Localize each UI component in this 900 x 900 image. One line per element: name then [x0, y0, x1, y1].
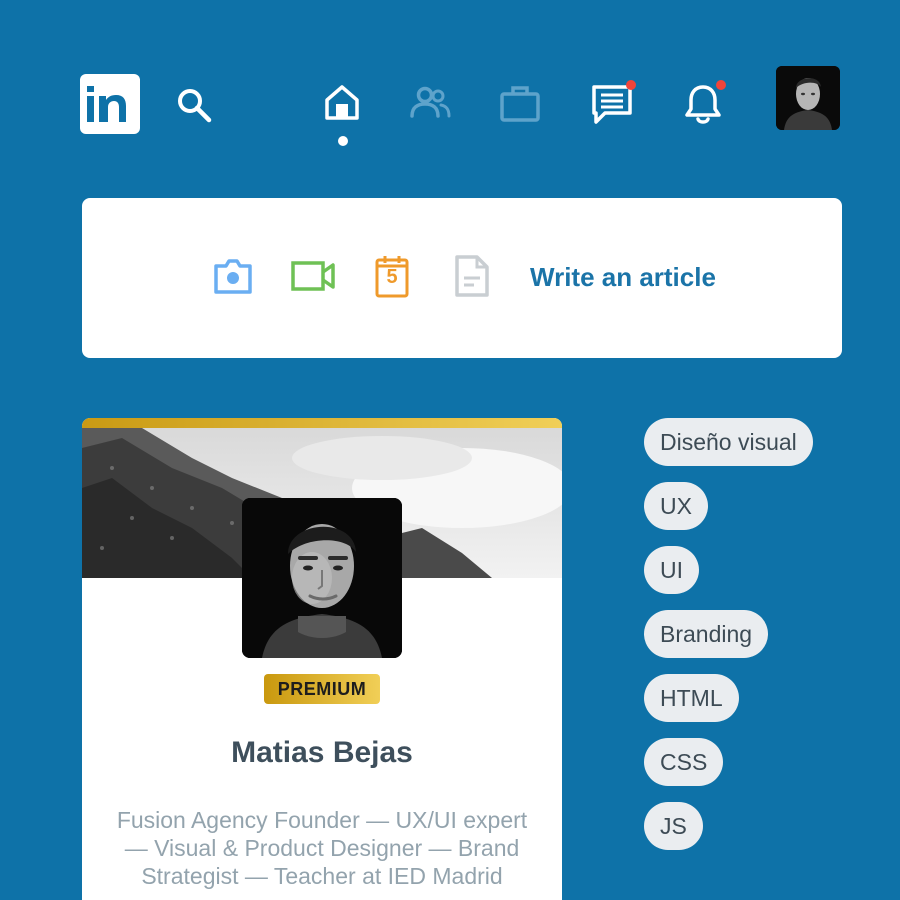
skill-tag[interactable]: CSS [644, 738, 724, 786]
document-icon[interactable] [454, 254, 490, 298]
profile-headline: Fusion Agency Founder — UX/UI expert — V… [116, 807, 528, 889]
camera-icon[interactable] [212, 254, 254, 296]
share-box: 5 Write an article [82, 198, 842, 358]
notifications-badge [716, 80, 726, 90]
premium-badge: PREMIUM [264, 674, 380, 704]
skill-tag[interactable]: HTML [644, 674, 739, 722]
skill-tag[interactable]: UX [644, 482, 708, 530]
home-icon[interactable] [324, 84, 360, 120]
premium-strip [82, 418, 562, 428]
linkedin-logo[interactable] [80, 74, 140, 134]
video-icon[interactable] [290, 254, 336, 296]
messaging-badge [626, 80, 636, 90]
skill-tag[interactable]: Branding [644, 610, 769, 658]
write-article-link[interactable]: Write an article [530, 262, 716, 293]
profile-card: PREMIUM Matias Bejas Fusion Agency Found… [82, 418, 562, 900]
event-day: 5 [386, 266, 398, 288]
jobs-icon[interactable] [500, 84, 540, 122]
notifications-icon[interactable] [684, 84, 722, 126]
profile-name[interactable]: Matias Bejas [82, 736, 562, 770]
network-icon[interactable] [409, 86, 451, 118]
skill-tag[interactable]: JS [644, 802, 703, 850]
event-icon[interactable]: 5 [375, 254, 409, 298]
active-indicator [338, 136, 348, 146]
user-avatar[interactable] [776, 66, 840, 130]
top-navigation [0, 0, 900, 180]
profile-photo[interactable] [242, 498, 402, 658]
skill-tag[interactable]: UI [644, 546, 699, 594]
skill-tag[interactable]: Diseño visual [644, 418, 813, 466]
search-icon[interactable] [176, 87, 212, 123]
